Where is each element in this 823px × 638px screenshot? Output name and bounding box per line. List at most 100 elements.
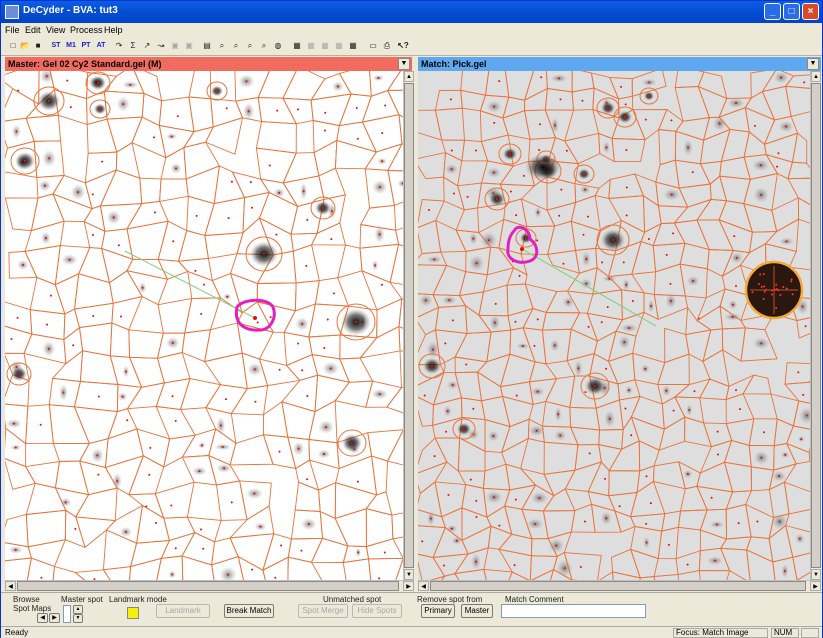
spot-center [92,315,95,318]
help-cursor-icon[interactable]: ↖? [397,39,409,53]
spot-center [665,253,668,256]
spot-center [350,441,354,445]
layout-4-icon[interactable]: ▦ [333,39,345,53]
m1-button[interactable]: M1 [64,39,78,53]
st-button[interactable]: ST [49,39,63,53]
spot-center [306,218,309,221]
match-vertical-scrollbar[interactable]: ▲ ▼ [810,71,821,580]
spot-center [48,157,51,160]
spot-center [323,452,326,455]
spot-center [174,419,177,422]
hide-spots-button[interactable]: Hide Spots [352,604,402,618]
menu-file[interactable]: File [5,25,20,35]
scroll-right-arrow-icon[interactable]: ▶ [810,581,821,591]
spot-center [17,372,21,376]
spot-center [249,181,252,184]
menu-edit[interactable]: Edit [25,25,41,35]
magnifier-spot [773,288,776,291]
spot-center [452,192,455,195]
zoom-in-icon[interactable]: ⌕ [216,39,228,53]
menu-view[interactable]: View [46,25,65,35]
break-match-button[interactable]: Break Match [224,604,274,618]
maximize-button[interactable]: □ [783,3,800,20]
match-comment-field[interactable] [501,604,646,618]
spot-center [69,106,72,109]
master-horizontal-scrollbar[interactable]: ◀ ▶ [5,580,414,591]
spot-center [16,316,19,319]
print-icon[interactable]: ⎙ [381,39,393,53]
minimize-button[interactable]: _ [764,3,781,20]
scroll-thumb[interactable] [404,83,414,568]
table-icon[interactable]: ▤ [201,39,213,53]
layout-1-icon[interactable]: ▦ [291,39,303,53]
chevron-down-icon[interactable]: ▼ [807,58,819,70]
spot-center [487,239,490,242]
spot-center [268,164,271,167]
spot-center [631,300,634,303]
browse-prev-button[interactable]: ◀ [37,613,48,623]
scroll-left-arrow-icon[interactable]: ◀ [418,581,429,591]
master-spot-field[interactable] [63,605,71,623]
layout-2-icon[interactable]: ▦ [305,39,317,53]
scroll-up-arrow-icon[interactable]: ▲ [811,71,821,82]
match-panel-header[interactable]: Match: Pick.gel ▼ [418,57,821,71]
scroll-right-arrow-icon[interactable]: ▶ [403,581,414,591]
spot-center [686,563,689,566]
new-file-icon[interactable]: □ [7,39,19,53]
spot-merge-button[interactable]: Spot Merge [298,604,348,618]
spot-center [68,258,71,261]
spot-tool-icon[interactable]: ↷ [113,39,125,53]
disabled-tool2-icon[interactable]: ▣ [183,39,195,53]
spot-center [622,261,625,264]
spot-center [647,94,651,98]
primary-button[interactable]: Primary [421,604,455,618]
spot-center [803,81,806,84]
scroll-thumb[interactable] [811,83,821,568]
pt-button[interactable]: PT [79,39,93,53]
arrow-tool-icon[interactable]: ↗ [141,39,153,53]
spot-center [627,389,630,392]
layout-5-icon[interactable]: ▦ [347,39,359,53]
open-folder-icon[interactable]: 📂 [19,39,31,53]
protein-spot[interactable] [525,154,561,180]
menu-process[interactable]: Process [70,25,103,35]
chevron-down-icon[interactable]: ▼ [398,58,410,70]
spot-center [154,521,157,524]
landmark-mode-toggle[interactable] [127,607,139,619]
master-vertical-scrollbar[interactable]: ▲ ▼ [403,71,414,580]
at-button[interactable]: AT [94,39,108,53]
spot-center [325,426,328,429]
save-icon[interactable]: ■ [32,39,44,53]
spot-center [62,391,65,394]
scroll-thumb[interactable] [17,581,399,591]
link-tool-icon[interactable]: ↝ [155,39,167,53]
zoom-area-icon[interactable]: ⌕ [258,39,270,53]
scroll-left-arrow-icon[interactable]: ◀ [5,581,16,591]
scroll-down-arrow-icon[interactable]: ▼ [404,569,414,580]
spot-center [221,445,224,448]
match-gel-image[interactable] [418,71,810,580]
spot-center [10,337,13,340]
scroll-thumb[interactable] [430,581,806,591]
zoom-fit-icon[interactable]: ⌕ [244,39,256,53]
menu-help[interactable]: Help [104,25,123,35]
landmark-icon[interactable]: ◍ [272,39,284,53]
sum-icon[interactable]: Σ [127,39,139,53]
magnifier-spot [765,288,768,291]
scroll-up-arrow-icon[interactable]: ▲ [404,71,414,82]
spin-up-button[interactable]: ▲ [73,605,83,614]
spot-center [605,146,608,149]
master-panel-header[interactable]: Master: Gel 02 Cy2 Standard.gel (M) ▼ [5,57,412,71]
zoom-out-icon[interactable]: ⌕ [230,39,242,53]
window-icon[interactable]: ▭ [367,39,379,53]
set-landmark-button[interactable]: Landmark [156,604,210,618]
master-button[interactable]: Master [461,604,493,618]
scroll-down-arrow-icon[interactable]: ▼ [811,569,821,580]
spin-down-button[interactable]: ▼ [73,614,83,623]
close-button[interactable]: × [802,3,819,20]
match-horizontal-scrollbar[interactable]: ◀ ▶ [418,580,821,591]
master-gel-image[interactable] [5,71,403,580]
disabled-tool-icon[interactable]: ▣ [169,39,181,53]
layout-3-icon[interactable]: ▦ [319,39,331,53]
browse-next-button[interactable]: ▶ [49,613,60,623]
